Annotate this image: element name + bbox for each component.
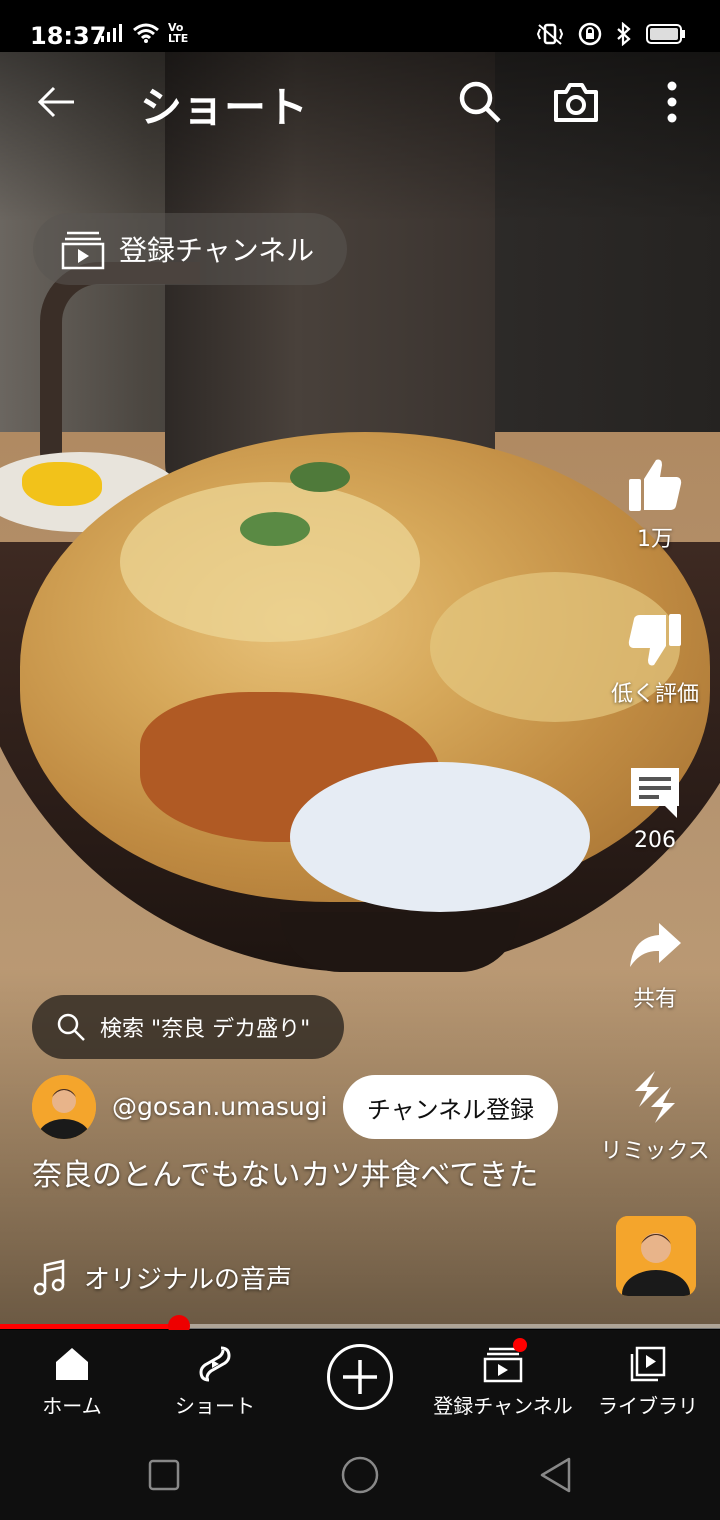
subscribe-button[interactable]: チャンネル登録 (343, 1075, 558, 1139)
dislike-button[interactable]: 低く評価 (590, 610, 720, 708)
home-icon (56, 1348, 88, 1380)
status-icons-left: Vo LTE (100, 22, 198, 44)
audio-row[interactable]: オリジナルの音声 (32, 1258, 292, 1296)
nav-home-label: ホーム (42, 1394, 102, 1418)
video-frame-bowl-base (280, 912, 520, 972)
library-icon (630, 1346, 666, 1382)
back-triangle-icon[interactable] (536, 1455, 576, 1495)
search-icon[interactable] (456, 78, 504, 126)
dislike-label: 低く評価 (610, 682, 699, 707)
status-time: 18:37 (30, 22, 107, 50)
nav-home[interactable]: ホーム (22, 1330, 122, 1430)
audio-label: オリジナルの音声 (84, 1264, 293, 1295)
back-arrow-icon[interactable] (34, 80, 78, 124)
system-navigation-bar (0, 1430, 720, 1520)
video-frame-lemon (22, 462, 102, 506)
avatar-person-icon (32, 1075, 96, 1139)
search-icon (57, 1013, 85, 1041)
more-options-icon[interactable] (658, 78, 686, 126)
wifi-icon (133, 23, 159, 43)
bottom-navigation: ホーム ショート 登録チャンネル ライブラリ (0, 1330, 720, 1430)
shorts-icon (199, 1346, 231, 1382)
rotation-lock-icon (578, 22, 602, 46)
like-count: 1万 (637, 527, 673, 552)
new-content-badge (513, 1338, 527, 1352)
nav-library[interactable]: ライブラリ (594, 1330, 702, 1430)
status-icons-right (536, 22, 686, 46)
search-suggestion-label: 検索 "奈良 デカ盛り" (100, 1017, 311, 1042)
subscriptions-chip[interactable]: 登録チャンネル (33, 213, 347, 285)
comments-button[interactable]: 206 (590, 762, 720, 853)
nav-shorts[interactable]: ショート (165, 1330, 265, 1430)
search-suggestion-chip[interactable]: 検索 "奈良 デカ盛り" (32, 995, 344, 1059)
nav-library-label: ライブラリ (598, 1394, 698, 1418)
status-bar: 18:37 Vo LTE (0, 0, 720, 52)
nav-shorts-label: ショート (175, 1394, 255, 1418)
subscriptions-chip-label: 登録チャンネル (119, 234, 315, 267)
music-note-icon (33, 1259, 65, 1296)
video-frame-greens (240, 512, 310, 546)
home-circle-icon[interactable] (340, 1455, 380, 1495)
sound-thumbnail[interactable] (616, 1216, 696, 1296)
page-title: ショート (140, 83, 309, 132)
share-button[interactable]: 共有 (590, 915, 720, 1013)
video-frame-egg (120, 482, 420, 642)
remix-button[interactable]: リミックス (590, 1067, 720, 1165)
subscriptions-icon (61, 231, 105, 270)
battery-icon (646, 24, 685, 44)
create-button[interactable] (327, 1344, 393, 1410)
share-label: 共有 (632, 987, 677, 1012)
remix-icon (635, 1071, 675, 1123)
signal-icon (101, 24, 122, 42)
plus-icon (343, 1360, 377, 1394)
bluetooth-icon (617, 22, 631, 46)
nav-subscriptions-label: 登録チャンネル (433, 1394, 573, 1418)
video-frame-greens (290, 462, 350, 492)
thumbs-down-icon (628, 614, 681, 666)
video-progress-bar[interactable] (0, 1315, 720, 1337)
video-frame-rice (290, 762, 590, 912)
comment-count: 206 (634, 828, 676, 853)
shorts-header: ショート (0, 52, 720, 152)
channel-handle[interactable]: @gosan.umasugi (112, 1092, 328, 1121)
comment-icon (631, 768, 679, 818)
share-icon (630, 923, 681, 967)
recents-icon[interactable] (144, 1455, 184, 1495)
like-button[interactable]: 1万 (590, 455, 720, 553)
sound-thumbnail-person-icon (616, 1216, 696, 1296)
channel-avatar[interactable] (32, 1075, 96, 1139)
camera-icon[interactable] (552, 78, 600, 126)
video-progress-fill (0, 1324, 179, 1329)
vibrate-icon (536, 23, 564, 45)
volte-indicator: Vo LTE (168, 21, 189, 45)
thumbs-up-icon (629, 459, 682, 511)
nav-subscriptions[interactable]: 登録チャンネル (428, 1330, 578, 1430)
remix-label: リミックス (600, 1139, 710, 1164)
video-title[interactable]: 奈良のとんでもないカツ丼食べてきた (32, 1156, 572, 1196)
